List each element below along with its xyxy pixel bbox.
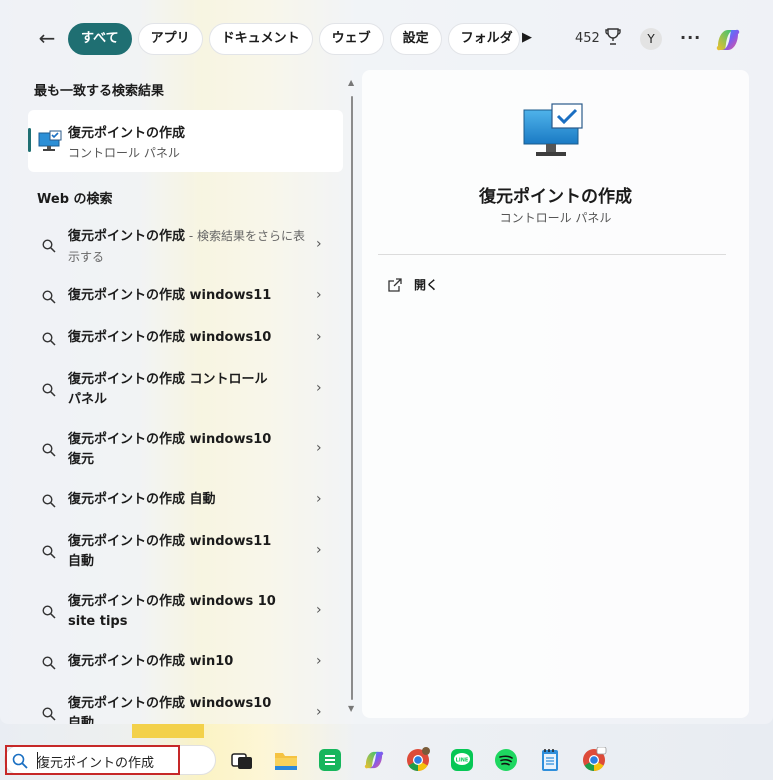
- tab-all[interactable]: すべて: [68, 23, 132, 55]
- filter-tabs: すべて アプリ ドキュメント ウェブ 設定 フォルダ: [68, 23, 520, 55]
- web-result-text: 復元ポイントの作成 windows10 復元: [68, 432, 272, 467]
- tab-settings[interactable]: 設定: [389, 23, 442, 55]
- chevron-right-icon: ›: [316, 653, 322, 669]
- best-match-subtitle: コントロール パネル: [68, 146, 180, 160]
- chevron-right-icon: ›: [316, 704, 322, 720]
- search-icon: [42, 290, 56, 304]
- results-pane: 最も一致する検索結果 復元ポイントの作成 コントロール パネル Web の検索 …: [0, 76, 360, 724]
- tab-documents[interactable]: ドキュメント: [208, 23, 313, 55]
- search-icon: [12, 753, 28, 769]
- chevron-right-icon: ›: [316, 287, 322, 303]
- preview-pane: 復元ポイントの作成 コントロール パネル 開く: [362, 70, 749, 718]
- more-tabs-button[interactable]: ▶: [522, 30, 532, 45]
- chevron-right-icon: ›: [316, 542, 322, 558]
- desktop-background: [132, 724, 204, 738]
- best-match-heading: 最も一致する検索結果: [34, 84, 165, 99]
- rewards-points[interactable]: 452: [575, 31, 600, 46]
- web-result-text: 復元ポイントの作成 コントロールパネル: [68, 372, 268, 407]
- best-match-item[interactable]: 復元ポイントの作成 コントロール パネル: [28, 110, 343, 172]
- sketchbook-icon[interactable]: [317, 747, 343, 773]
- open-external-icon: [388, 277, 402, 292]
- taskbar-search-box[interactable]: 復元ポイントの作成: [4, 745, 216, 775]
- web-result-item[interactable]: 復元ポイントの作成 windows10 自動 ›: [28, 692, 343, 724]
- notepad-icon[interactable]: [537, 747, 563, 773]
- search-icon: [42, 707, 56, 721]
- tab-apps[interactable]: アプリ: [137, 23, 203, 55]
- svg-text:LINE: LINE: [456, 758, 469, 764]
- web-search-heading: Web の検索: [37, 192, 113, 207]
- divider: [378, 254, 726, 255]
- web-result-item[interactable]: 復元ポイントの作成 自動 ›: [28, 488, 343, 514]
- web-result-item[interactable]: 復元ポイントの作成 コントロールパネル ›: [28, 368, 343, 412]
- search-icon: [42, 605, 56, 619]
- search-icon: [42, 383, 56, 397]
- web-result-item[interactable]: 復元ポイントの作成 win10 ›: [28, 650, 343, 676]
- web-result-item[interactable]: 復元ポイントの作成 windows 10 site tips ›: [28, 590, 343, 634]
- system-restore-icon: [523, 103, 583, 156]
- more-options-button[interactable]: ···: [680, 28, 701, 47]
- search-icon: [42, 332, 56, 346]
- tab-web[interactable]: ウェブ: [318, 23, 384, 55]
- web-result-item[interactable]: 復元ポイントの作成 windows11 ›: [28, 284, 343, 310]
- scroll-down-icon[interactable]: ▼: [348, 704, 354, 713]
- system-restore-icon: [38, 130, 62, 151]
- spotify-icon[interactable]: [493, 747, 519, 773]
- tab-folders[interactable]: フォルダ: [447, 23, 520, 55]
- web-result-text: 復元ポイントの作成 - 検索結果をさらに表示する: [68, 229, 305, 264]
- task-view-icon[interactable]: [229, 747, 255, 773]
- web-result-text: 復元ポイントの作成 windows11: [68, 288, 272, 303]
- chevron-right-icon: ›: [316, 440, 322, 456]
- web-result-item[interactable]: 復元ポイントの作成 - 検索結果をさらに表示する ›: [28, 224, 343, 268]
- search-icon: [42, 443, 56, 457]
- chrome-icon[interactable]: [405, 747, 431, 773]
- open-label: 開く: [414, 278, 439, 292]
- file-explorer-icon[interactable]: [273, 747, 299, 773]
- search-icon: [42, 494, 56, 508]
- chevron-right-icon: ›: [316, 491, 322, 507]
- web-result-item[interactable]: 復元ポイントの作成 windows10 復元 ›: [28, 428, 343, 472]
- search-icon: [42, 239, 56, 253]
- results-scrollbar[interactable]: ▲ ▼: [348, 78, 356, 718]
- chevron-right-icon: ›: [316, 236, 322, 252]
- best-match-title: 復元ポイントの作成: [68, 126, 186, 141]
- taskbar: 復元ポイントの作成 LINE: [0, 738, 773, 780]
- chrome-profile-icon[interactable]: [581, 747, 607, 773]
- web-result-text: 復元ポイントの作成 自動: [68, 492, 216, 507]
- web-result-text: 復元ポイントの作成 win10: [68, 654, 234, 669]
- search-icon: [42, 545, 56, 559]
- rewards-trophy-icon[interactable]: [605, 28, 621, 46]
- open-action[interactable]: 開く: [388, 276, 438, 293]
- line-icon[interactable]: LINE: [449, 747, 475, 773]
- account-avatar[interactable]: Y: [640, 28, 662, 50]
- copilot-icon[interactable]: [712, 24, 744, 56]
- search-filter-bar: ← すべて アプリ ドキュメント ウェブ 設定 フォルダ ▶ 452 Y ···: [0, 0, 773, 76]
- preview-title: 復元ポイントの作成: [479, 187, 632, 207]
- web-result-item[interactable]: 復元ポイントの作成 windows11 自動 ›: [28, 530, 343, 574]
- chevron-right-icon: ›: [316, 329, 322, 345]
- selection-indicator: [28, 128, 31, 152]
- scrollbar-thumb[interactable]: [351, 96, 353, 700]
- web-result-item[interactable]: 復元ポイントの作成 windows10 ›: [28, 326, 343, 352]
- web-result-text: 復元ポイントの作成 windows10 自動: [68, 696, 272, 724]
- chevron-right-icon: ›: [316, 602, 322, 618]
- web-result-text: 復元ポイントの作成 windows10: [68, 330, 272, 345]
- text-caret: [37, 752, 38, 769]
- start-search-panel: ← すべて アプリ ドキュメント ウェブ 設定 フォルダ ▶ 452 Y ···: [0, 0, 773, 724]
- web-result-text: 復元ポイントの作成 windows11 自動: [68, 534, 272, 569]
- scroll-up-icon[interactable]: ▲: [348, 78, 354, 87]
- preview-subtitle: コントロール パネル: [499, 211, 612, 225]
- search-query-text: 復元ポイントの作成: [37, 756, 155, 771]
- copilot-icon[interactable]: [361, 747, 387, 773]
- chevron-right-icon: ›: [316, 380, 322, 396]
- search-icon: [42, 656, 56, 670]
- back-button[interactable]: ←: [36, 27, 58, 49]
- web-result-text: 復元ポイントの作成 windows 10 site tips: [68, 594, 276, 629]
